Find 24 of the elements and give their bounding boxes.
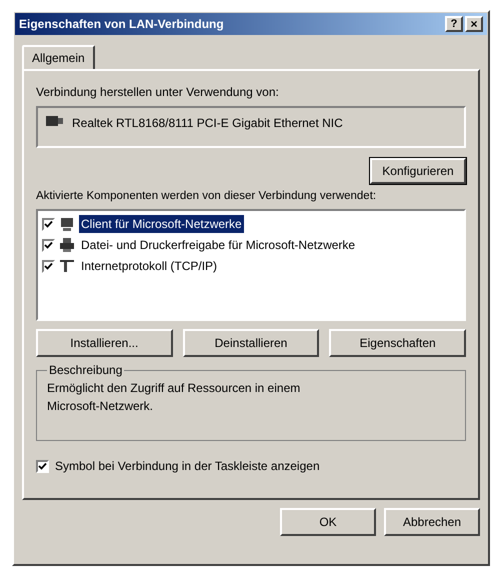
dialog-button[interactable]: OK (280, 508, 376, 536)
help-button[interactable]: ? (445, 16, 463, 32)
network-icon (59, 258, 75, 274)
component-item[interactable]: Internetprotokoll (TCP/IP) (79, 257, 220, 276)
checkbox-label[interactable]: Symbol bei Verbindung in der Taskleiste anzeigen (55, 457, 320, 476)
component-button[interactable]: Installieren... (36, 329, 173, 358)
component-item[interactable]: Client für Microsoft-Netzwerke (79, 215, 244, 234)
description-text: Ermöglicht den Zugriff auf Ressourcen in einem Microsoft-Netzwerk. (47, 380, 302, 416)
section-label: Verbindung herstellen unter Verwendung von: (36, 84, 280, 101)
component-button[interactable]: Deinstallieren (182, 329, 320, 358)
tab[interactable]: Allgemein (22, 45, 95, 69)
network-card-icon (46, 114, 64, 128)
group-label: Beschreibung (48, 362, 124, 380)
computer-icon (59, 216, 75, 232)
component-button[interactable]: Eigenschaften (329, 329, 466, 358)
checkbox[interactable] (36, 460, 49, 473)
component-item[interactable]: Datei- und Druckerfreigabe für Microsoft-Netzwerke (79, 236, 358, 254)
printer-icon (59, 237, 75, 254)
window-title: Eigenschaften von LAN-Verbindung (19, 16, 224, 33)
dialog-button[interactable]: Abbrechen (384, 508, 480, 536)
adapter-name: Realtek RTL8168/8111 PCI-E Gigabit Ethernet NIC (72, 115, 343, 132)
close-button[interactable]: × (465, 16, 483, 32)
section-label: Aktivierte Komponenten werden von dieser Verbindung verwendet: (36, 189, 378, 204)
configure-button[interactable]: Konfigurieren (370, 158, 466, 184)
